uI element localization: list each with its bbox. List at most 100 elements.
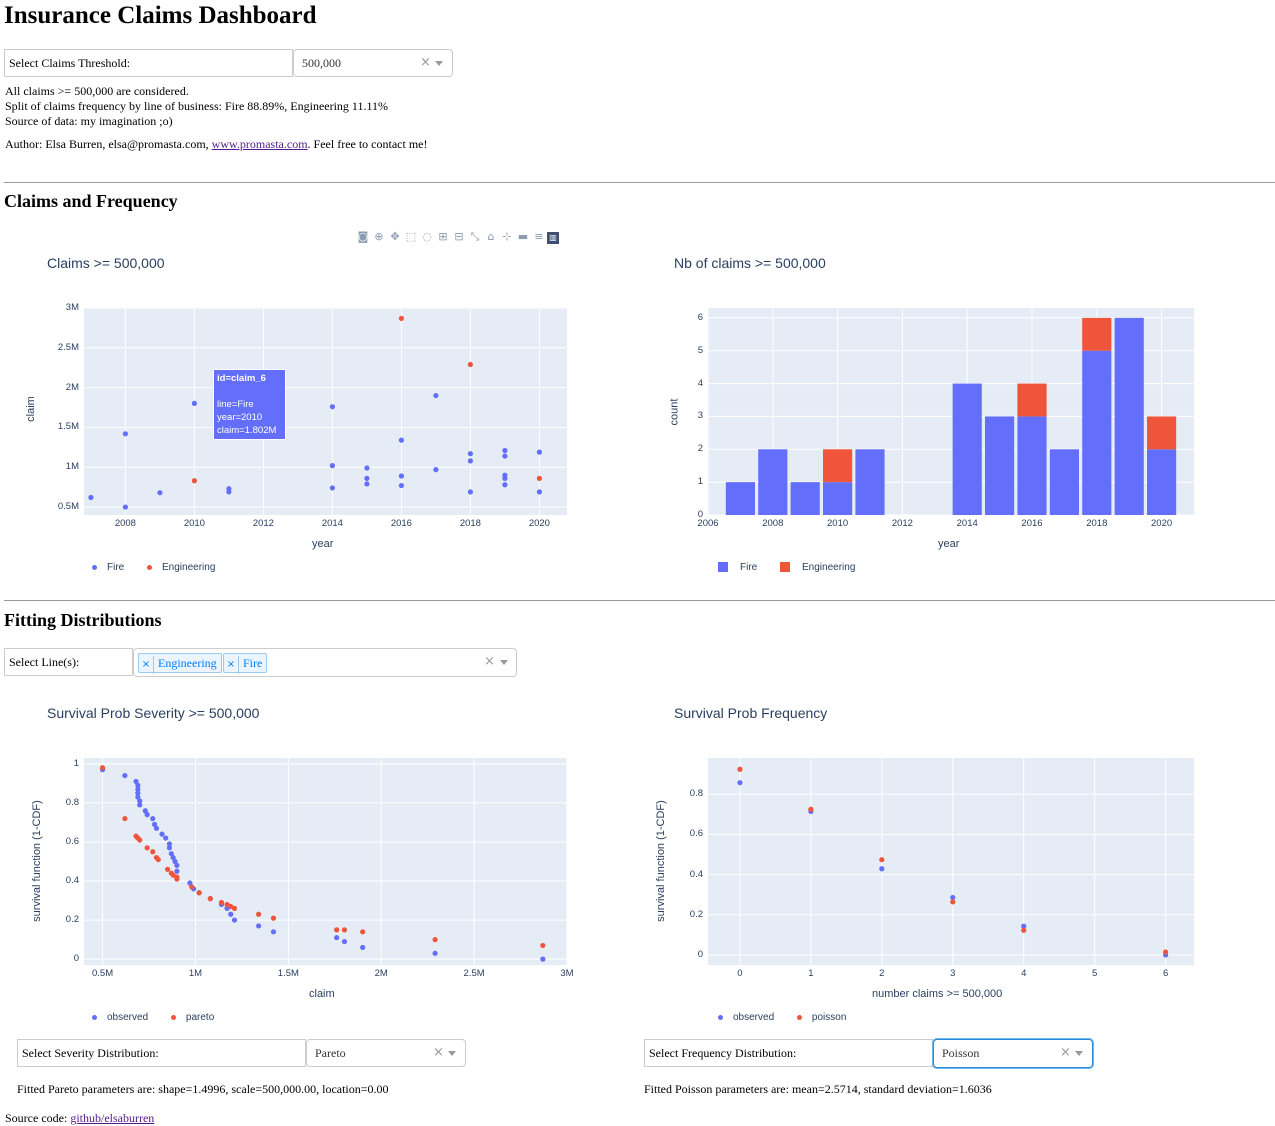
point-pareto[interactable] bbox=[174, 876, 180, 882]
legend-item-observed[interactable]: observed bbox=[92, 1012, 148, 1023]
tag-engineering[interactable]: × Engineering bbox=[138, 653, 222, 674]
point-fire[interactable] bbox=[364, 481, 370, 487]
point-pareto[interactable] bbox=[155, 856, 161, 863]
point-fire[interactable] bbox=[433, 392, 439, 399]
zoom-icon[interactable]: ⊕ bbox=[371, 230, 387, 243]
point-fire[interactable] bbox=[502, 453, 508, 459]
legend-item-engineering[interactable]: Engineering bbox=[147, 562, 215, 573]
lines-multiselect[interactable]: × Engineering × Fire × bbox=[133, 648, 517, 677]
frequency-dist-dropdown[interactable]: Poisson × bbox=[933, 1039, 1093, 1068]
clear-icon[interactable]: × bbox=[484, 654, 495, 669]
box-select-icon[interactable]: ⬚ bbox=[403, 230, 419, 243]
point-fire[interactable] bbox=[502, 475, 508, 481]
point-observed[interactable] bbox=[950, 894, 956, 901]
point-observed[interactable] bbox=[334, 935, 340, 941]
bar-engineering[interactable] bbox=[1017, 383, 1047, 417]
legend-item-fire[interactable]: Fire bbox=[718, 562, 757, 573]
point-pareto[interactable] bbox=[540, 942, 546, 949]
point-fire[interactable] bbox=[191, 400, 197, 406]
point-engineering[interactable] bbox=[467, 361, 473, 368]
point-observed[interactable] bbox=[540, 956, 546, 962]
claims-count-chart[interactable] bbox=[707, 308, 1194, 516]
claims-scatter-legend[interactable]: Fire Engineering bbox=[92, 562, 235, 573]
point-pareto[interactable] bbox=[144, 845, 150, 851]
point-poisson[interactable] bbox=[950, 899, 956, 905]
chevron-down-icon[interactable] bbox=[1075, 1051, 1083, 1056]
point-engineering[interactable] bbox=[398, 315, 404, 321]
point-fire[interactable] bbox=[226, 489, 232, 495]
point-pareto[interactable] bbox=[137, 837, 143, 843]
point-observed[interactable] bbox=[341, 938, 348, 945]
point-pareto[interactable] bbox=[99, 765, 106, 771]
bar-fire[interactable] bbox=[725, 482, 755, 515]
point-pareto[interactable] bbox=[334, 927, 340, 933]
point-fire[interactable] bbox=[398, 473, 404, 479]
point-poisson[interactable] bbox=[1163, 949, 1169, 955]
point-observed[interactable] bbox=[879, 866, 885, 872]
point-observed[interactable] bbox=[270, 929, 277, 935]
point-observed[interactable] bbox=[153, 825, 160, 831]
point-poisson[interactable] bbox=[808, 806, 814, 812]
point-pareto[interactable] bbox=[218, 899, 225, 906]
severity-legend[interactable]: observed pareto bbox=[92, 1012, 234, 1023]
point-pareto[interactable] bbox=[164, 866, 171, 872]
point-fire[interactable] bbox=[157, 490, 163, 496]
lasso-icon[interactable]: ◌ bbox=[419, 230, 435, 243]
point-poisson[interactable] bbox=[1021, 927, 1027, 933]
point-pareto[interactable] bbox=[341, 927, 348, 933]
severity-dist-dropdown[interactable]: Pareto × bbox=[306, 1039, 466, 1067]
point-observed[interactable] bbox=[137, 802, 143, 808]
plotly-logo-icon[interactable]: ▥ bbox=[547, 232, 559, 244]
point-fire[interactable] bbox=[536, 489, 542, 495]
frequency-chart[interactable] bbox=[708, 758, 1194, 965]
point-fire[interactable] bbox=[329, 404, 335, 410]
clear-icon[interactable]: × bbox=[420, 55, 431, 70]
bar-fire[interactable] bbox=[1114, 317, 1144, 515]
bar-fire[interactable] bbox=[952, 383, 982, 515]
point-pareto[interactable] bbox=[189, 884, 195, 890]
zoom-out-icon[interactable]: ⊟ bbox=[451, 230, 467, 243]
clear-icon[interactable]: × bbox=[1060, 1045, 1071, 1060]
point-pareto[interactable] bbox=[432, 937, 438, 943]
point-observed[interactable] bbox=[256, 923, 262, 929]
spike-lines-icon[interactable]: ⊹ bbox=[499, 230, 515, 243]
autoscale-icon[interactable]: ⤡ bbox=[467, 230, 483, 244]
point-pareto[interactable] bbox=[150, 849, 156, 855]
point-observed[interactable] bbox=[174, 862, 180, 869]
hover-compare-icon[interactable]: ≡ bbox=[531, 230, 547, 243]
point-fire[interactable] bbox=[502, 447, 508, 454]
remove-tag-icon[interactable]: × bbox=[224, 656, 239, 674]
point-observed[interactable] bbox=[159, 831, 165, 837]
point-fire[interactable] bbox=[398, 482, 404, 489]
legend-item-engineering[interactable]: Engineering bbox=[780, 562, 855, 573]
tag-fire[interactable]: × Fire bbox=[223, 653, 268, 674]
point-fire[interactable] bbox=[433, 467, 439, 473]
point-observed[interactable] bbox=[228, 911, 234, 917]
point-pareto[interactable] bbox=[196, 890, 202, 896]
point-fire[interactable] bbox=[398, 437, 404, 443]
point-pareto[interactable] bbox=[256, 911, 262, 917]
point-observed[interactable] bbox=[737, 780, 743, 786]
bar-fire[interactable] bbox=[1082, 350, 1112, 515]
chevron-down-icon[interactable] bbox=[435, 61, 443, 66]
point-pareto[interactable] bbox=[207, 896, 213, 902]
threshold-dropdown[interactable]: 500,000 × bbox=[293, 49, 453, 77]
point-observed[interactable] bbox=[360, 944, 366, 951]
legend-item-pareto[interactable]: pareto bbox=[170, 1012, 214, 1023]
bar-fire[interactable] bbox=[790, 482, 820, 515]
point-engineering[interactable] bbox=[536, 475, 542, 481]
point-observed[interactable] bbox=[231, 917, 238, 923]
point-pareto[interactable] bbox=[122, 815, 128, 822]
point-fire[interactable] bbox=[467, 489, 473, 495]
claims-scatter-chart[interactable] bbox=[84, 307, 567, 515]
point-fire[interactable] bbox=[467, 458, 473, 464]
legend-item-fire[interactable]: Fire bbox=[92, 562, 124, 573]
claims-count-legend[interactable]: Fire Engineering bbox=[718, 562, 875, 573]
chevron-down-icon[interactable] bbox=[448, 1051, 456, 1056]
bar-fire[interactable] bbox=[985, 416, 1015, 515]
hover-closest-icon[interactable]: ▬ bbox=[515, 230, 531, 243]
point-observed[interactable] bbox=[174, 868, 180, 874]
bar-fire[interactable] bbox=[1147, 449, 1177, 515]
author-website-link[interactable]: www.promasta.com bbox=[212, 137, 308, 151]
point-observed[interactable] bbox=[150, 815, 156, 822]
